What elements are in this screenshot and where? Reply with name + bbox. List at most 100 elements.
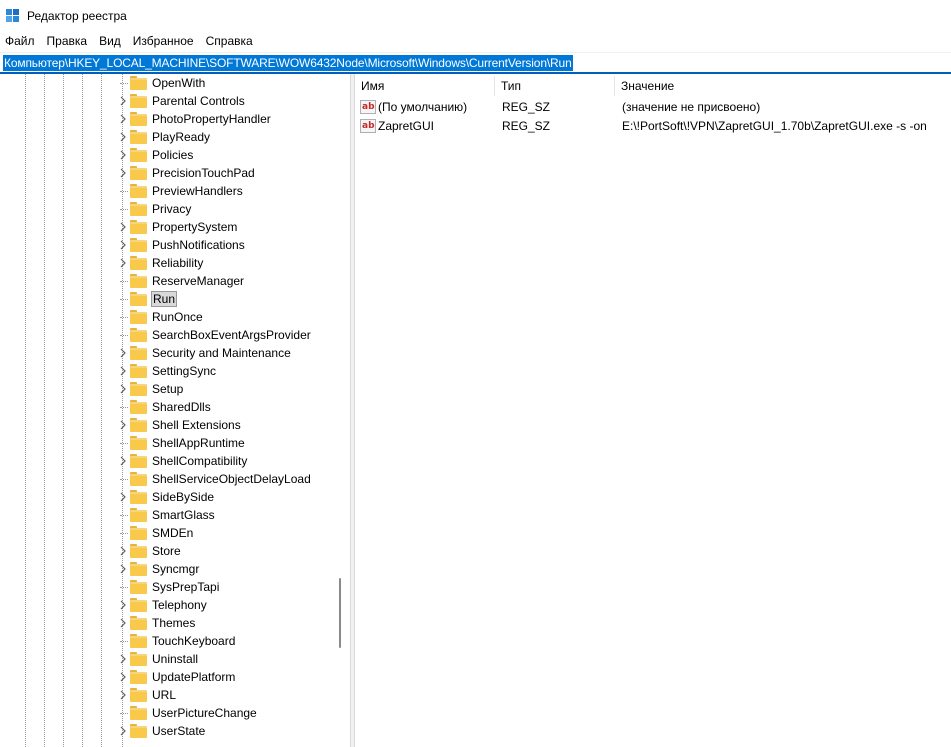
menu-help[interactable]: Справка: [200, 32, 259, 52]
tree-item[interactable]: SideBySide: [0, 488, 340, 506]
chevron-right-icon[interactable]: [118, 168, 128, 178]
list-row[interactable]: ab ZapretGUI REG_SZ E:\!PortSoft\!VPN\Za…: [355, 117, 951, 136]
tree-item[interactable]: ReserveManager: [0, 272, 340, 290]
column-name[interactable]: Имя: [355, 74, 495, 98]
column-value[interactable]: Значение: [615, 74, 951, 98]
list-row[interactable]: ab (По умолчанию) REG_SZ (значение не пр…: [355, 98, 951, 117]
chevron-right-icon[interactable]: [118, 600, 128, 610]
chevron-right-icon[interactable]: [118, 366, 128, 376]
tree-item-label: SMDEn: [152, 526, 194, 540]
chevron-right-icon[interactable]: [118, 564, 128, 574]
tree-item[interactable]: PreviewHandlers: [0, 182, 340, 200]
address-path[interactable]: Компьютер\HKEY_LOCAL_MACHINE\SOFTWARE\WO…: [3, 55, 573, 71]
chevron-right-icon[interactable]: [118, 546, 128, 556]
tree-item-label: Store: [152, 544, 181, 558]
folder-icon: [130, 418, 147, 432]
key-tree[interactable]: OpenWith Parental Controls PhotoPropertyHa…: [0, 74, 351, 747]
tree-item[interactable]: Security and Maintenance: [0, 344, 340, 362]
tree-item[interactable]: Shell Extensions: [0, 416, 340, 434]
tree-item[interactable]: Privacy: [0, 200, 340, 218]
tree-item[interactable]: Run: [0, 290, 340, 308]
tree-item[interactable]: Setup: [0, 380, 340, 398]
tree-item-label: Policies: [152, 148, 194, 162]
chevron-right-icon[interactable]: [118, 114, 128, 124]
tree-item[interactable]: SearchBoxEventArgsProvider: [0, 326, 340, 344]
tree-item[interactable]: Store: [0, 542, 340, 560]
tree-item[interactable]: Themes: [0, 614, 340, 632]
chevron-right-icon[interactable]: [118, 618, 128, 628]
folder-icon: [130, 688, 147, 702]
tree-item-label: UpdatePlatform: [152, 670, 236, 684]
folder-icon: [130, 472, 147, 486]
tree-item[interactable]: PrecisionTouchPad: [0, 164, 340, 182]
values-list[interactable]: Имя Тип Значение ab (По умолчанию) REG_S…: [355, 74, 951, 747]
menu-favorites[interactable]: Избранное: [127, 32, 200, 52]
tree-item[interactable]: SharedDlls: [0, 398, 340, 416]
tree-item[interactable]: PhotoPropertyHandler: [0, 110, 340, 128]
folder-icon: [130, 76, 147, 90]
tree-item[interactable]: UpdatePlatform: [0, 668, 340, 686]
tree-item[interactable]: PropertySystem: [0, 218, 340, 236]
chevron-right-icon[interactable]: [118, 726, 128, 736]
tree-item[interactable]: SysPrepTapi: [0, 578, 340, 596]
tree-item[interactable]: Reliability: [0, 254, 340, 272]
tree-scrollbar-thumb[interactable]: [339, 578, 341, 648]
chevron-right-icon[interactable]: [118, 456, 128, 466]
tree-item[interactable]: URL: [0, 686, 340, 704]
folder-icon: [130, 346, 147, 360]
column-type[interactable]: Тип: [495, 74, 615, 98]
menu-file[interactable]: Файл: [0, 32, 41, 52]
tree-item-label: Run: [151, 291, 178, 307]
tree-item[interactable]: PushNotifications: [0, 236, 340, 254]
tree-item[interactable]: Syncmgr: [0, 560, 340, 578]
tree-item[interactable]: ShellAppRuntime: [0, 434, 340, 452]
menu-edit[interactable]: Правка: [41, 32, 94, 52]
tree-item[interactable]: RunOnce: [0, 308, 340, 326]
tree-item[interactable]: Policies: [0, 146, 340, 164]
tree-item[interactable]: TouchKeyboard: [0, 632, 340, 650]
tree-item[interactable]: ShellServiceObjectDelayLoad: [0, 470, 340, 488]
chevron-right-icon[interactable]: [118, 420, 128, 430]
tree-item[interactable]: Telephony: [0, 596, 340, 614]
chevron-right-icon[interactable]: [118, 240, 128, 250]
tree-item[interactable]: Uninstall: [0, 650, 340, 668]
tree-item[interactable]: SmartGlass: [0, 506, 340, 524]
chevron-right-icon[interactable]: [118, 654, 128, 664]
folder-icon: [130, 382, 147, 396]
folder-icon: [130, 328, 147, 342]
chevron-right-icon[interactable]: [118, 384, 128, 394]
tree-item-label: Privacy: [152, 202, 192, 216]
chevron-right-icon[interactable]: [118, 150, 128, 160]
tree-item[interactable]: SMDEn: [0, 524, 340, 542]
chevron-right-icon[interactable]: [118, 258, 128, 268]
tree-connector: [120, 299, 128, 300]
tree-item[interactable]: Parental Controls: [0, 92, 340, 110]
tree-item-label: Parental Controls: [152, 94, 245, 108]
chevron-right-icon[interactable]: [118, 96, 128, 106]
tree-item[interactable]: UserState: [0, 722, 340, 740]
tree-item[interactable]: PlayReady: [0, 128, 340, 146]
tree-item[interactable]: ShellCompatibility: [0, 452, 340, 470]
folder-icon: [130, 148, 147, 162]
folder-icon: [130, 94, 147, 108]
chevron-right-icon[interactable]: [118, 132, 128, 142]
folder-icon: [130, 490, 147, 504]
folder-icon: [130, 544, 147, 558]
chevron-right-icon[interactable]: [118, 492, 128, 502]
chevron-right-icon[interactable]: [118, 348, 128, 358]
chevron-right-icon[interactable]: [118, 672, 128, 682]
tree-item-label: PropertySystem: [152, 220, 238, 234]
regedit-icon: [6, 9, 20, 23]
tree-item[interactable]: SettingSync: [0, 362, 340, 380]
folder-icon: [130, 508, 147, 522]
folder-icon: [130, 292, 147, 306]
tree-item[interactable]: UserPictureChange: [0, 704, 340, 722]
title-bar: Редактор реестра: [0, 0, 951, 32]
tree-item-label: Reliability: [152, 256, 204, 270]
tree-item[interactable]: OpenWith: [0, 74, 340, 92]
chevron-right-icon[interactable]: [118, 690, 128, 700]
chevron-right-icon[interactable]: [118, 222, 128, 232]
list-header: Имя Тип Значение: [355, 74, 951, 98]
menu-view[interactable]: Вид: [93, 32, 127, 52]
address-bar[interactable]: Компьютер\HKEY_LOCAL_MACHINE\SOFTWARE\WO…: [0, 52, 951, 74]
